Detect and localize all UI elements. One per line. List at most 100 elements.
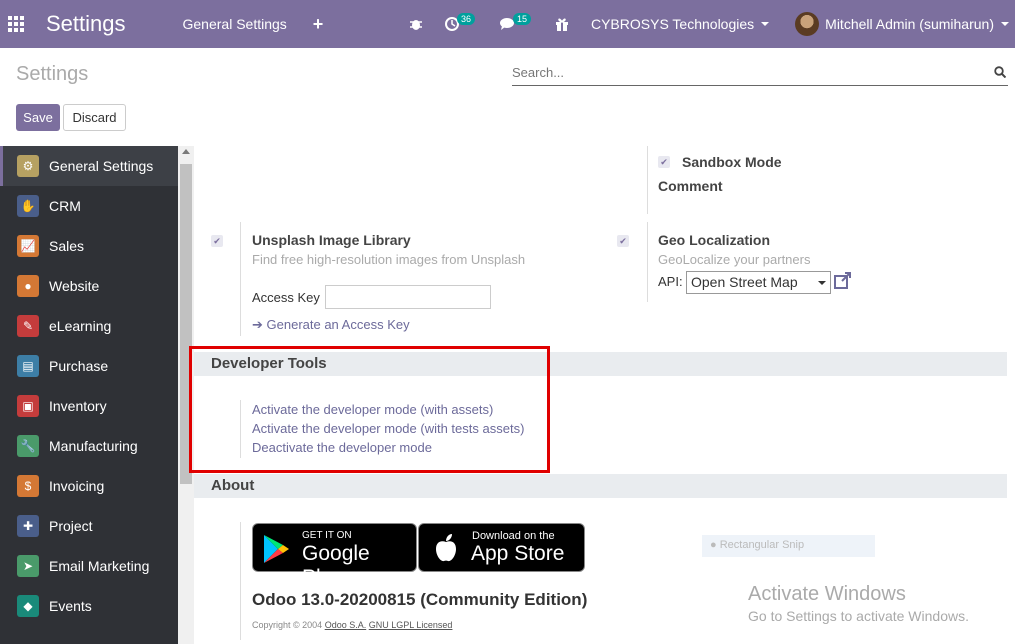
app-brand[interactable]: Settings: [46, 11, 126, 37]
snip-dot-icon: ●: [710, 539, 720, 551]
chart-icon: 📈: [17, 235, 39, 257]
message-count-badge: 15: [512, 13, 531, 25]
rectangular-snip-tooltip: ● Rectangular Snip: [702, 535, 875, 557]
avatar: [795, 12, 820, 36]
caret-down-icon: [1001, 22, 1009, 26]
about-header: About: [194, 474, 1007, 498]
sidebar-item-label: Events: [49, 598, 92, 614]
search-placeholder: Search...: [512, 65, 565, 80]
card-icon: ▤: [17, 355, 39, 377]
license-link[interactable]: GNU LGPL Licensed: [369, 620, 453, 630]
sidebar-item-label: Inventory: [49, 398, 107, 414]
wrench-icon: 🔧: [17, 435, 39, 457]
sidebar-item-label: CRM: [49, 198, 81, 214]
top-navbar: Settings General Settings + 36 15 CYBROS…: [0, 0, 1015, 48]
sidebar-item-label: Email Marketing: [49, 558, 150, 574]
messages-chat-icon[interactable]: 15: [499, 13, 533, 31]
apple-icon: [436, 534, 456, 562]
sidebar-item-label: Sales: [49, 238, 85, 254]
sidebar-item-label: Project: [49, 518, 93, 534]
sidebar-item-events[interactable]: ◆ Events: [0, 586, 178, 626]
menu-general-settings[interactable]: General Settings: [183, 16, 287, 32]
sidebar-item-website[interactable]: ● Website: [0, 266, 178, 306]
geo-description: GeoLocalize your partners: [658, 252, 811, 267]
user-menu[interactable]: Mitchell Admin (sumiharun): [795, 12, 1009, 36]
api-label: API:: [658, 274, 683, 289]
paper-plane-icon: ➤: [17, 555, 39, 577]
app-store-button[interactable]: Download on the App Store: [418, 523, 585, 572]
company-name: CYBROSYS Technologies: [590, 16, 755, 32]
puzzle-icon: ✚: [17, 515, 39, 537]
unsplash-title: Unsplash Image Library: [252, 232, 411, 248]
divider: [240, 222, 241, 336]
api-select-value: Open Street Map: [691, 274, 798, 290]
gear-icon: ⚙: [17, 155, 39, 177]
odoo-company-link[interactable]: Odoo S.A.: [325, 620, 367, 630]
api-select[interactable]: Open Street Map: [686, 271, 831, 294]
app-store-small-text: Download on the: [472, 530, 555, 542]
page-title: Settings: [16, 63, 89, 85]
sidebar-item-purchase[interactable]: ▤ Purchase: [0, 346, 178, 386]
caret-down-icon: [761, 22, 770, 26]
invoice-icon: $: [17, 475, 39, 497]
divider: [647, 222, 648, 302]
geo-checkbox[interactable]: ✔: [617, 235, 629, 247]
comment-label: Comment: [658, 178, 723, 194]
sidebar-item-email-marketing[interactable]: ➤ Email Marketing: [0, 546, 178, 586]
save-button[interactable]: Save: [16, 104, 60, 131]
divider: [240, 522, 241, 640]
access-key-label: Access Key: [252, 290, 320, 305]
sidebar-item-elearning[interactable]: ✎ eLearning: [0, 306, 178, 346]
geo-title: Geo Localization: [658, 232, 771, 248]
sidebar-item-inventory[interactable]: ▣ Inventory: [0, 386, 178, 426]
globe-icon: ●: [17, 275, 39, 297]
debug-bug-icon[interactable]: [409, 17, 423, 31]
unsplash-description: Find free high-resolution images from Un…: [252, 252, 526, 267]
sidebar-item-project[interactable]: ✚ Project: [0, 506, 178, 546]
copyright-prefix: Copyright © 2004: [252, 620, 323, 630]
generate-access-key-text: Generate an Access Key: [266, 317, 410, 332]
sidebar-item-label: Website: [49, 278, 100, 294]
scroll-up-arrow-icon[interactable]: [182, 149, 190, 154]
sidebar-item-sales[interactable]: 📈 Sales: [0, 226, 178, 266]
sidebar-item-label: Manufacturing: [49, 438, 138, 454]
arrow-right-icon: ➔: [252, 317, 267, 332]
odoo-version: Odoo 13.0-20200815 (Community Edition): [252, 590, 588, 609]
sandbox-mode-label: Sandbox Mode: [682, 154, 782, 170]
generate-access-key-link[interactable]: ➔ Generate an Access Key: [252, 317, 410, 333]
divider: [647, 146, 648, 214]
external-link-icon[interactable]: [834, 272, 852, 290]
highlight-box: [189, 346, 550, 473]
search-input[interactable]: Search...: [512, 62, 1008, 86]
sidebar-item-general-settings[interactable]: ⚙ General Settings: [0, 146, 178, 186]
access-key-input[interactable]: [325, 285, 491, 309]
discard-button[interactable]: Discard: [63, 104, 126, 131]
ticket-icon: ◆: [17, 595, 39, 617]
company-switcher[interactable]: CYBROSYS Technologies: [590, 16, 770, 32]
search-icon[interactable]: [994, 66, 1006, 78]
handshake-icon: ✋: [17, 195, 39, 217]
gift-icon[interactable]: [555, 17, 569, 31]
plus-menu-icon[interactable]: +: [313, 14, 324, 35]
windows-activation-title: Activate Windows: [748, 583, 906, 605]
google-play-icon: [264, 535, 289, 563]
google-play-big-text: Google Play: [302, 542, 370, 589]
unsplash-checkbox[interactable]: ✔: [211, 235, 223, 247]
google-play-small-text: GET IT ON: [302, 530, 352, 541]
sidebar-item-invoicing[interactable]: $ Invoicing: [0, 466, 178, 506]
sandbox-checkbox[interactable]: ✔: [658, 156, 670, 168]
sidebar-item-manufacturing[interactable]: 🔧 Manufacturing: [0, 426, 178, 466]
google-play-button[interactable]: GET IT ON Google Play: [252, 523, 417, 589]
sidebar-item-crm[interactable]: ✋ CRM: [0, 186, 178, 226]
sidebar-item-label: Purchase: [49, 358, 109, 374]
app-store-big-text: App Store: [471, 542, 565, 565]
activity-clock-icon[interactable]: 36: [444, 13, 477, 31]
box-icon: ▣: [17, 395, 39, 417]
user-name: Mitchell Admin (sumiharun): [825, 16, 994, 32]
snip-label: Rectangular Snip: [719, 539, 805, 551]
sidebar-item-label: eLearning: [49, 318, 112, 334]
learning-icon: ✎: [17, 315, 39, 337]
apps-grid-icon[interactable]: [8, 16, 24, 32]
activity-count-badge: 36: [456, 13, 475, 25]
sidebar-item-label: Invoicing: [49, 478, 105, 494]
